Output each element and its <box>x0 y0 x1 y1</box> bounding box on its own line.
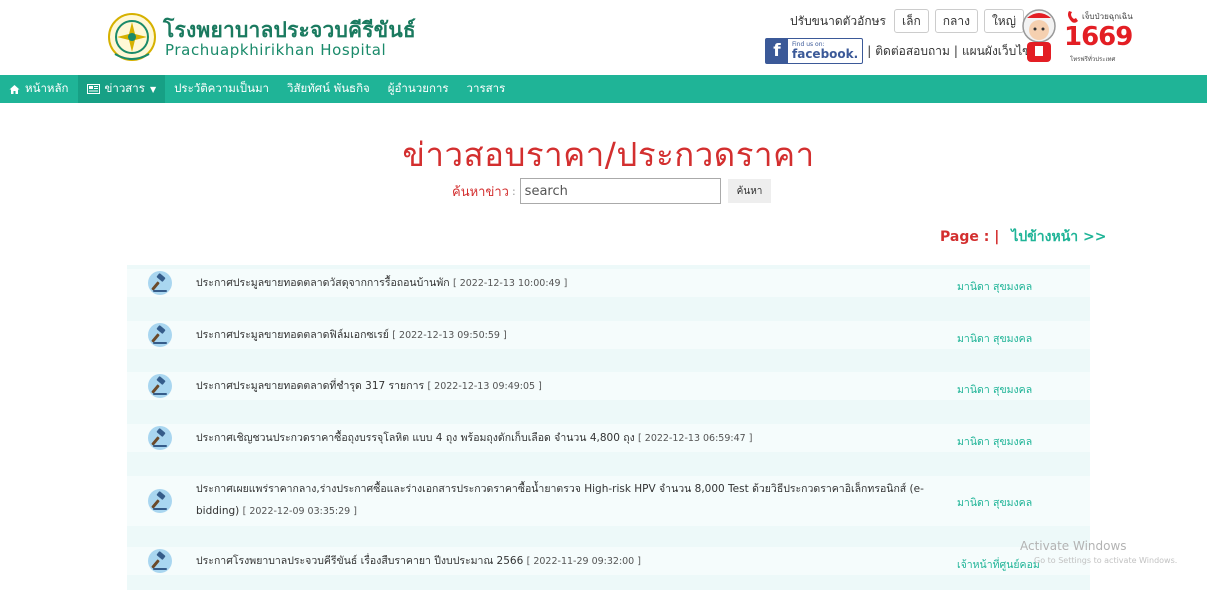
hospital-name-english[interactable]: Prachuapkhirikhan Hospital <box>165 41 386 59</box>
page-title: ข่าวสอบราคา/ประกวดราคา <box>402 135 815 174</box>
news-item[interactable]: ประกาศโรงพยาบาลประจวบคีรีขันธ์ เรื่องสืบ… <box>127 547 1090 575</box>
news-date: [ 2022-12-13 09:49:05 ] <box>427 381 542 392</box>
news-item[interactable]: ประกาศเผยแพร่ราคากลาง,ร่างประกาศซื้อและร… <box>127 476 1090 526</box>
news-author: มานิดา สุขมงคล <box>957 281 1033 293</box>
activate-windows-watermark: Activate Windows <box>1020 539 1127 553</box>
news-date: [ 2022-12-09 03:35:29 ] <box>242 506 357 517</box>
news-title[interactable]: ประกาศเชิญชวนประกวดราคาซื้อถุงบรรจุโลหิต… <box>196 427 926 450</box>
news-item[interactable]: ประกาศประมูลขายทอดตลาดที่ชำรุด 317 รายกา… <box>127 372 1090 400</box>
site-header: โรงพยาบาลประจวบคีรีขันธ์ Prachuapkhirikh… <box>0 0 1207 75</box>
search-colon: : <box>511 184 516 198</box>
nav-item-news[interactable]: ข่าวสาร ▼ <box>77 75 166 103</box>
news-title[interactable]: ประกาศโรงพยาบาลประจวบคีรีขันธ์ เรื่องสืบ… <box>196 550 926 573</box>
emergency-number: 1669 <box>1064 22 1133 52</box>
gavel-icon <box>148 323 172 347</box>
news-author: มานิดา สุขมงคล <box>957 333 1033 345</box>
facebook-big-text: facebook. <box>792 47 859 61</box>
nav-item-history[interactable]: ประวัติความเป็นมา <box>165 75 278 103</box>
facebook-button[interactable]: f Find us on: facebook. <box>765 38 864 64</box>
link-separator: | <box>867 44 872 58</box>
chevron-down-icon: ▼ <box>149 84 157 94</box>
nav-item-label: ข่าวสาร <box>104 81 145 95</box>
search-label: ค้นหาข่าว <box>452 184 509 200</box>
hospital-logo[interactable] <box>107 10 157 64</box>
emergency-bottom-text: โทรฟรีทั่วประเทศ <box>1070 56 1116 63</box>
news-title[interactable]: ประกาศเผยแพร่ราคากลาง,ร่างประกาศซื้อและร… <box>196 478 926 523</box>
font-size-medium-button[interactable]: กลาง <box>934 9 978 33</box>
news-title[interactable]: ประกาศประมูลขายทอดตลาดวัสดุจากการรื้อถอน… <box>196 272 926 295</box>
facebook-icon: f <box>766 39 788 63</box>
search-button[interactable]: ค้นหา <box>727 179 772 203</box>
page-label: Page : | <box>940 229 1000 245</box>
news-item[interactable]: ประกาศประมูลขายทอดตลาดวัสดุจากการรื้อถอน… <box>127 269 1090 297</box>
font-size-controls: ปรับขนาดตัวอักษร เล็ก กลาง ใหญ่ <box>790 9 1024 33</box>
news-title[interactable]: ประกาศประมูลขายทอดตลาดฟิล์มเอกซเรย์ [ 20… <box>196 324 926 347</box>
nav-item-vision-mission[interactable]: วิสัยทัศน์ พันธกิจ <box>278 75 379 103</box>
nav-item-label: ผู้อำนวยการ <box>387 81 449 95</box>
gavel-icon <box>148 374 172 398</box>
search-form: ค้นหาข่าว : ค้นหา <box>452 178 772 204</box>
font-size-small-button[interactable]: เล็ก <box>893 9 929 33</box>
nav-item-director[interactable]: ผู้อำนวยการ <box>379 75 458 103</box>
nav-item-label: หน้าหลัก <box>25 81 69 95</box>
nav-item-label: ประวัติความเป็นมา <box>174 81 269 95</box>
gavel-icon <box>148 426 172 450</box>
news-date: [ 2022-12-13 06:59:47 ] <box>638 433 753 444</box>
nav-item-label: วารสาร <box>466 81 506 95</box>
home-icon <box>9 84 20 95</box>
newspaper-icon <box>86 84 100 95</box>
next-page-link[interactable]: ไปข้างหน้า >> <box>1011 226 1106 248</box>
news-date: [ 2022-12-13 10:00:49 ] <box>452 278 568 289</box>
header-links: f Find us on: facebook. | ติดต่อสอบถาม |… <box>765 38 1038 64</box>
pagination: Page : | ไปข้างหน้า >> <box>940 227 1107 247</box>
nav-item-label: วิสัยทัศน์ พันธกิจ <box>287 81 370 95</box>
gavel-icon <box>148 549 172 573</box>
news-date: [ 2022-12-13 09:50:59 ] <box>392 330 507 341</box>
news-item[interactable]: ประกาศเชิญชวนประกวดราคาซื้อถุงบรรจุโลหิต… <box>127 424 1090 452</box>
news-author: มานิดา สุขมงคล <box>957 384 1033 396</box>
font-size-label: ปรับขนาดตัวอักษร <box>790 13 886 28</box>
search-input[interactable] <box>519 178 721 204</box>
news-date: [ 2022-11-29 09:32:00 ] <box>526 556 641 567</box>
contact-link[interactable]: ติดต่อสอบถาม <box>875 42 950 61</box>
news-author: มานิดา สุขมงคล <box>957 497 1033 509</box>
news-author: มานิดา สุขมงคล <box>957 436 1033 448</box>
link-separator: | <box>953 44 958 58</box>
activate-windows-subtext: Go to Settings to activate Windows. <box>1034 556 1178 565</box>
gavel-icon <box>148 271 172 295</box>
news-title[interactable]: ประกาศประมูลขายทอดตลาดที่ชำรุด 317 รายกา… <box>196 375 926 398</box>
gavel-icon <box>148 489 172 513</box>
news-author: เจ้าหน้าที่ศูนย์คอม <box>957 559 1040 571</box>
news-item[interactable]: ประกาศประมูลขายทอดตลาดฟิล์มเอกซเรย์ [ 20… <box>127 321 1090 349</box>
nav-item-journal[interactable]: วารสาร <box>458 75 515 103</box>
news-list: ประกาศประมูลขายทอดตลาดวัสดุจากการรื้อถอน… <box>127 265 1090 590</box>
nav-item-home[interactable]: หน้าหลัก <box>0 75 78 103</box>
emergency-1669-badge[interactable]: เจ็บป่วยฉุกเฉิน 1669 โทรฟรีทั่วประเทศ <box>1064 10 1133 66</box>
mascot-nurse-image <box>1022 9 1056 62</box>
main-nav: หน้าหลัก ข่าวสาร ▼ ประวัติความเป็นมา วิส… <box>0 75 1207 103</box>
